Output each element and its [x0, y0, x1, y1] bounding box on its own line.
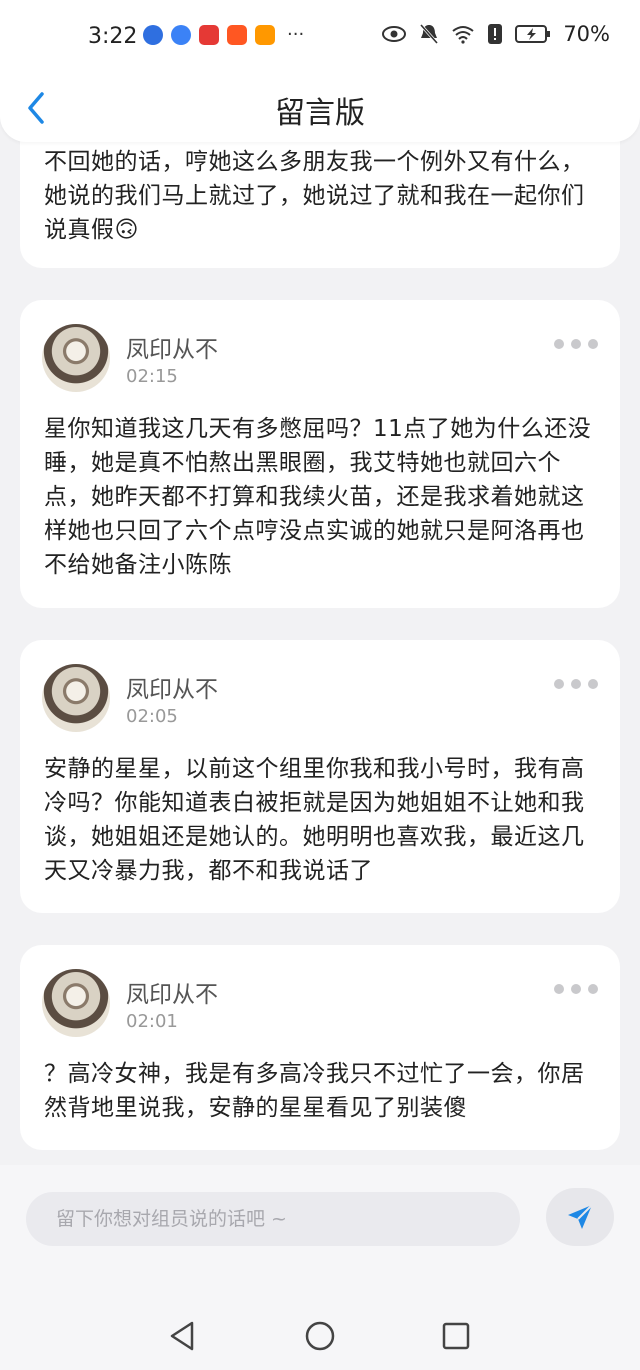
system-nav-bar: [0, 1300, 640, 1370]
avatar[interactable]: [42, 324, 110, 392]
nav-recents-button[interactable]: [436, 1316, 476, 1356]
message-input[interactable]: [26, 1192, 520, 1246]
more-options-button[interactable]: [554, 981, 600, 997]
message-text: 星你知道我这几天有多憋屈吗？11点了她为什么还没睡，她是真不怕熬出黑眼圈，我艾特…: [44, 416, 592, 578]
send-button[interactable]: [546, 1188, 614, 1246]
avatar[interactable]: [42, 969, 110, 1037]
avatar[interactable]: [42, 664, 110, 732]
message-text: 不回她的话，哼她这么多朋友我一个例外又有什么，她说的我们马上就过了，她说过了就和…: [44, 149, 585, 243]
timestamp: 02:01: [126, 1011, 178, 1032]
username[interactable]: 凤印从不: [126, 330, 218, 364]
page-title: 留言版: [275, 96, 365, 131]
circle-home-icon: [305, 1321, 335, 1351]
more-options-button[interactable]: [554, 676, 600, 692]
message-card: 凤印从不 02:15 星你知道我这几天有多憋屈吗？11点了她为什么还没睡，她是真…: [20, 300, 620, 608]
nav-home-button[interactable]: [300, 1316, 340, 1356]
send-icon: [568, 1204, 593, 1229]
message-text: ？高冷女神，我是有多高冷我只不过忙了一会，你居然背地里说我，安静的星星看见了别装…: [44, 1061, 585, 1121]
message-text: 安静的星星，以前这个组里你我和我小号时，我有高冷吗？你能知道表白被拒就是因为她姐…: [44, 756, 585, 884]
username[interactable]: 凤印从不: [126, 975, 218, 1009]
square-recents-icon: [442, 1322, 470, 1350]
timestamp: 02:05: [126, 706, 178, 727]
message-card: 凤印从不 02:01 ？高冷女神，我是有多高冷我只不过忙了一会，你居然背地里说我…: [20, 945, 620, 1150]
more-options-button[interactable]: [554, 336, 600, 352]
message-card: 凤印从不 02:05 安静的星星，以前这个组里你我和我小号时，我有高冷吗？你能知…: [20, 640, 620, 913]
message-feed[interactable]: 不回她的话，哼她这么多朋友我一个例外又有什么，她说的我们马上就过了，她说过了就和…: [0, 0, 640, 1160]
username[interactable]: 凤印从不: [126, 670, 218, 704]
app-header: 留言版: [0, 72, 640, 142]
timestamp: 02:15: [126, 366, 178, 387]
nav-back-button[interactable]: [162, 1316, 202, 1356]
triangle-back-icon: [170, 1321, 194, 1351]
composer-bar: [0, 1165, 640, 1300]
